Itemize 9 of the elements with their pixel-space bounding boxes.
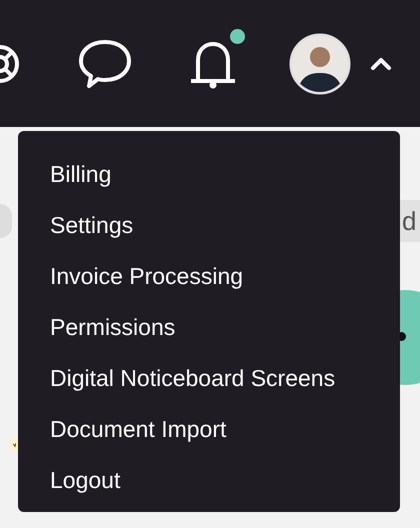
menu-item[interactable]: Logout: [18, 455, 400, 506]
avatar[interactable]: [289, 32, 351, 94]
menu-item[interactable]: Billing: [18, 149, 400, 200]
menu-item[interactable]: Invoice Processing: [18, 251, 400, 302]
chat-icon[interactable]: [79, 38, 131, 88]
menu-item[interactable]: Digital Noticeboard Screens: [18, 353, 400, 404]
lifebuoy-icon[interactable]: [0, 44, 20, 84]
menu-item[interactable]: Document Import: [18, 404, 400, 455]
menu-item[interactable]: Permissions: [18, 302, 400, 353]
